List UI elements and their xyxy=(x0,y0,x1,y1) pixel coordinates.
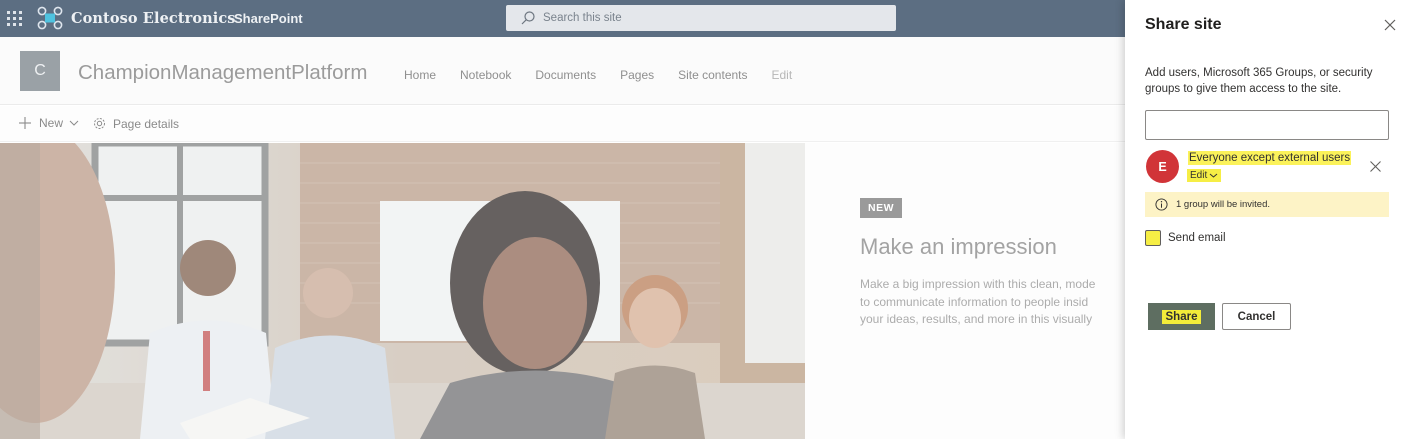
chevron-down-icon xyxy=(1209,173,1218,178)
search-input[interactable]: Search this site xyxy=(543,12,622,24)
hero-body-line: Make a big impression with this clean, m… xyxy=(860,277,1096,291)
info-icon xyxy=(1155,198,1168,211)
contoso-logo-icon[interactable] xyxy=(37,6,63,30)
gear-icon xyxy=(94,118,105,129)
search-icon xyxy=(521,11,535,25)
close-icon[interactable] xyxy=(1383,18,1397,32)
nav-item-home[interactable]: Home xyxy=(404,68,436,82)
nav-item-edit[interactable]: Edit xyxy=(772,68,793,82)
hero-image xyxy=(0,143,805,439)
plus-icon xyxy=(19,117,31,129)
permission-label: Edit xyxy=(1190,170,1208,181)
app-launcher-icon[interactable] xyxy=(0,0,28,37)
nav-item-site-contents[interactable]: Site contents xyxy=(678,68,747,82)
hero-text-panel: NEW Make an impression Make a big impres… xyxy=(805,143,1125,439)
nav-item-notebook[interactable]: Notebook xyxy=(460,68,511,82)
page-details-label: Page details xyxy=(113,116,180,131)
avatar: E xyxy=(1146,150,1179,183)
nav-item-pages[interactable]: Pages xyxy=(620,68,654,82)
site-logo[interactable]: C xyxy=(20,51,60,91)
new-button[interactable]: New xyxy=(18,116,79,130)
panel-description: Add users, Microsoft 365 Groups, or secu… xyxy=(1145,67,1373,95)
command-bar: New Page details xyxy=(0,106,1125,142)
page-details-button[interactable]: Page details xyxy=(92,116,179,131)
search-box[interactable]: Search this site xyxy=(506,5,896,31)
info-message-bar: 1 group will be invited. xyxy=(1145,192,1389,217)
app-name[interactable]: SharePoint xyxy=(234,11,303,26)
chevron-down-icon xyxy=(69,120,79,126)
site-header: C ChampionManagementPlatform Home Notebo… xyxy=(0,37,1125,105)
share-button-label: Share xyxy=(1161,309,1202,324)
panel-title: Share site xyxy=(1145,16,1222,33)
site-title[interactable]: ChampionManagementPlatform xyxy=(78,61,367,85)
nav-item-documents[interactable]: Documents xyxy=(535,68,596,82)
send-email-checkbox[interactable] xyxy=(1145,230,1161,246)
hero-body-line: to communicate information to people ins… xyxy=(860,294,1089,309)
share-site-panel: Share site Add users, Microsoft 365 Grou… xyxy=(1125,0,1405,439)
send-email-row[interactable]: Send email xyxy=(1145,230,1226,246)
hero-body: Make a big impression with this clean, m… xyxy=(860,276,1125,329)
hero-body-line: your ideas, results, and more in this vi… xyxy=(860,312,1093,326)
new-label: New xyxy=(39,116,64,130)
new-badge: NEW xyxy=(860,198,902,218)
info-message: 1 group will be invited. xyxy=(1176,199,1270,210)
group-name: Everyone except external users xyxy=(1188,151,1352,165)
cancel-button[interactable]: Cancel xyxy=(1222,303,1291,330)
hero-title[interactable]: Make an impression xyxy=(860,234,1057,260)
send-email-label[interactable]: Send email xyxy=(1168,232,1226,244)
share-button[interactable]: Share xyxy=(1148,303,1215,330)
permission-dropdown[interactable]: Edit xyxy=(1187,169,1222,182)
site-navigation: Home Notebook Documents Pages Site conte… xyxy=(404,68,816,82)
brand-name[interactable]: Contoso Electronics xyxy=(71,10,236,27)
people-picker-input[interactable] xyxy=(1145,110,1389,140)
remove-icon[interactable] xyxy=(1369,160,1382,173)
